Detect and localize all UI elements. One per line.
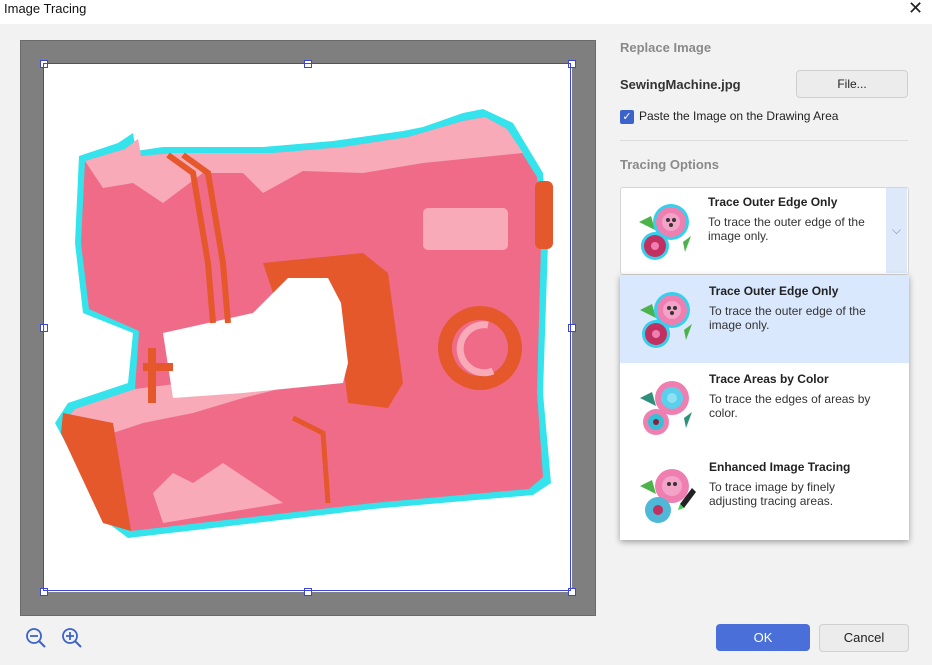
option-trace-outer-edge[interactable]: Trace Outer Edge Only To trace the outer…: [620, 275, 909, 363]
option-description: To trace image by finely adjusting traci…: [709, 480, 836, 508]
replace-image-heading: Replace Image: [620, 40, 712, 55]
selected-option-description: To trace the outer edge of the image onl…: [708, 215, 865, 243]
paste-image-label: Paste the Image on the Drawing Area: [639, 109, 839, 123]
option-title: Trace Areas by Color: [709, 372, 829, 386]
paste-image-checkbox[interactable]: ✓: [620, 110, 634, 124]
file-button[interactable]: File...: [796, 70, 908, 98]
file-name: SewingMachine.jpg: [620, 77, 741, 92]
option-title: Trace Outer Edge Only: [709, 284, 839, 298]
divider: [620, 140, 908, 141]
option-description: To trace the edges of areas by color.: [709, 392, 871, 420]
option-enhanced-image-tracing[interactable]: Enhanced Image Tracing To trace image by…: [620, 451, 909, 539]
flower-pen-icon: [640, 469, 696, 523]
flower-outline-icon: [640, 292, 692, 348]
tracing-options-heading: Tracing Options: [620, 157, 719, 172]
flower-color-areas-icon: [640, 381, 692, 435]
selection-box: [43, 63, 571, 591]
ok-button[interactable]: OK: [716, 624, 810, 651]
selected-option-title: Trace Outer Edge Only: [708, 195, 838, 209]
close-icon[interactable]: ✕: [908, 0, 923, 19]
title-bar: Image Tracing ✕: [0, 0, 932, 20]
zoom-out-icon[interactable]: [24, 626, 48, 650]
tracing-mode-dropdown: Trace Outer Edge Only To trace the outer…: [620, 275, 909, 540]
option-title: Enhanced Image Tracing: [709, 460, 851, 474]
chevron-down-icon[interactable]: ⌵: [886, 188, 907, 273]
zoom-in-icon[interactable]: [60, 626, 84, 650]
flower-outline-icon: [639, 204, 691, 260]
option-trace-areas-by-color[interactable]: Trace Areas by Color To trace the edges …: [620, 363, 909, 451]
window-title: Image Tracing: [4, 1, 87, 16]
tracing-mode-select[interactable]: Trace Outer Edge Only To trace the outer…: [620, 187, 909, 275]
cancel-button[interactable]: Cancel: [819, 624, 909, 652]
option-description: To trace the outer edge of the image onl…: [709, 304, 866, 332]
